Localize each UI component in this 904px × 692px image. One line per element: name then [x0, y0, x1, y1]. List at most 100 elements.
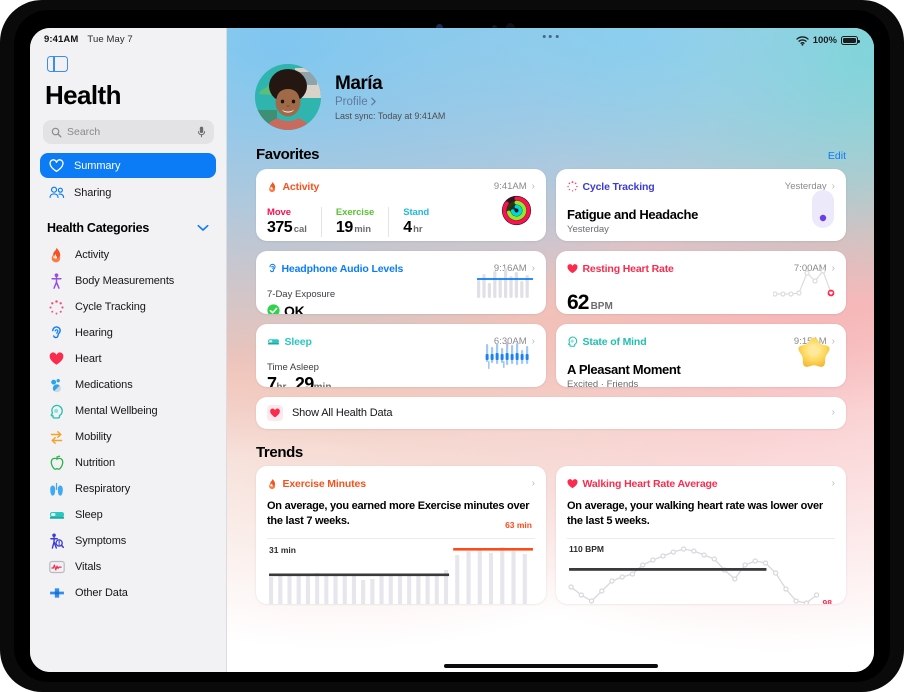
sidebar-item-activity[interactable]: Activity	[30, 242, 226, 268]
sidebar-item-symptoms[interactable]: Symptoms	[30, 528, 226, 554]
summary-scroll-area[interactable]: 100% María Profile Last sync: Today at 9…	[227, 28, 874, 672]
multitasking-controls-icon[interactable]	[542, 35, 559, 39]
search-input[interactable]: Search	[43, 120, 214, 144]
profile-link[interactable]: Profile	[335, 96, 445, 108]
card-cycle-tracking[interactable]: Cycle Tracking Yesterday › Fatigue and H…	[556, 169, 846, 241]
metric-move: Move 375 cal	[267, 207, 322, 237]
metric-unit: hr	[413, 224, 423, 235]
exposure-status: OK	[284, 302, 305, 315]
sidebar-item-label: Vitals	[75, 561, 102, 573]
home-indicator[interactable]	[443, 664, 658, 668]
sidebar-toggle-icon[interactable]	[47, 56, 68, 72]
show-all-health-data-button[interactable]: Show All Health Data ›	[256, 397, 846, 429]
flame-icon	[267, 475, 278, 492]
card-state-of-mind[interactable]: State of Mind 9:15AM › A Pleasant Moment…	[556, 324, 846, 387]
status-bar-right: 100%	[227, 28, 874, 50]
microphone-icon[interactable]	[196, 124, 207, 141]
card-title: Activity	[282, 180, 320, 193]
chevron-right-icon[interactable]: ›	[832, 408, 835, 418]
card-title: Walking Heart Rate Average	[582, 477, 718, 490]
sidebar-item-label: Sharing	[74, 186, 112, 199]
sidebar-item-respiratory[interactable]: Respiratory	[30, 476, 226, 502]
sidebar-item-other-data[interactable]: Other Data	[30, 580, 226, 606]
chevron-down-icon[interactable]	[197, 219, 209, 236]
sidebar-item-label: Other Data	[75, 587, 128, 599]
metric-unit: cal	[293, 224, 307, 235]
sidebar-item-label: Summary	[74, 159, 121, 172]
avatar[interactable]	[255, 64, 321, 130]
sidebar-item-label: Symptoms	[75, 535, 127, 547]
card-walking-heart-rate-average-trend[interactable]: Walking Heart Rate Average › On average,…	[556, 466, 846, 604]
metric-value: 375	[267, 219, 293, 236]
device-bezel: 9:41AM Tue May 7 Health Search Summary S…	[14, 10, 890, 682]
card-exercise-minutes-trend[interactable]: Exercise Minutes › On average, you earne…	[256, 466, 546, 604]
sidebar-item-sleep[interactable]: Sleep	[30, 502, 226, 528]
sidebar-item-body-measurements[interactable]: Body Measurements	[30, 268, 226, 294]
main-content: 100% María Profile Last sync: Today at 9…	[227, 28, 874, 672]
sidebar-item-mental-wellbeing[interactable]: Mental Wellbeing	[30, 398, 226, 424]
card-activity[interactable]: Activity 9:41AM › Move 375 cal Exercise …	[256, 169, 546, 241]
sidebar-item-label: Body Measurements	[75, 275, 175, 287]
trends-header: Trends	[227, 429, 874, 466]
card-title: Headphone Audio Levels	[281, 262, 404, 275]
card-headline: Fatigue and Headache	[567, 207, 698, 222]
bed-icon	[48, 507, 65, 524]
sleep-stages-chart	[485, 342, 533, 377]
sidebar-item-label: Medications	[75, 379, 133, 391]
flame-icon	[267, 178, 278, 195]
heart-icon	[567, 475, 578, 492]
chevron-right-icon[interactable]: ›	[832, 478, 835, 489]
heart-icon	[267, 405, 283, 422]
activity-metrics: Move 375 cal Exercise 19 min Stand 4 hr	[267, 207, 535, 237]
activity-rings-icon	[501, 195, 532, 231]
favorites-title: Favorites	[256, 146, 320, 163]
sidebar-item-label: Respiratory	[75, 483, 131, 495]
favorites-header: Favorites Edit	[227, 130, 874, 169]
sidebar-item-summary[interactable]: Summary	[40, 153, 216, 178]
trend-description: On average, your walking heart rate was …	[567, 500, 823, 527]
baseline-label: 110 BPM	[569, 543, 604, 554]
bed-icon	[267, 333, 280, 350]
metric-value: 4	[403, 219, 412, 236]
edit-button[interactable]: Edit	[828, 150, 846, 162]
walking-heart-rate-chart: 110 BPM 98	[567, 543, 835, 604]
sidebar-item-label: Sleep	[75, 509, 103, 521]
exercise-minutes-chart: 31 min 63 min	[267, 520, 535, 604]
cross-icon	[48, 585, 65, 602]
sidebar-item-medications[interactable]: Medications	[30, 372, 226, 398]
last-sync-text: Last sync: Today at 9:41AM	[335, 110, 446, 121]
chevron-right-icon[interactable]: ›	[532, 181, 535, 192]
card-resting-heart-rate[interactable]: Resting Heart Rate 7:00AM › 62 BPM	[556, 251, 846, 314]
battery-percentage: 100%	[812, 35, 837, 46]
baseline-label: 31 min	[269, 544, 296, 555]
chevron-right-icon[interactable]: ›	[532, 478, 535, 489]
divider	[567, 537, 835, 539]
trends-grid: Exercise Minutes › On average, you earne…	[227, 466, 874, 604]
cycle-icon	[567, 178, 578, 195]
profile-header[interactable]: María Profile Last sync: Today at 9:41AM	[227, 50, 874, 130]
sleep-minutes-unit: min	[314, 382, 332, 387]
trend-description: On average, you earned more Exercise min…	[267, 500, 530, 527]
sleep-hours-unit: hr	[276, 382, 286, 387]
sidebar-item-heart[interactable]: Heart	[30, 346, 226, 372]
sidebar-item-label: Mental Wellbeing	[75, 405, 158, 417]
sidebar-item-label: Cycle Tracking	[75, 301, 146, 313]
sidebar-item-nutrition[interactable]: Nutrition	[30, 450, 226, 476]
metric-value: 19	[335, 219, 353, 236]
card-headphone-audio-levels[interactable]: Headphone Audio Levels 9:16AM › 7-Day Ex…	[256, 251, 546, 314]
sidebar-item-hearing[interactable]: Hearing	[30, 320, 226, 346]
card-title: Sleep	[284, 335, 312, 348]
screen: 9:41AM Tue May 7 Health Search Summary S…	[30, 28, 874, 672]
card-sleep[interactable]: Sleep 6:30AM › Time Asleep 7hr 29min	[256, 324, 546, 387]
metric-stand: Stand 4 hr	[403, 207, 443, 237]
battery-icon	[841, 36, 860, 45]
sidebar-item-sharing[interactable]: Sharing	[40, 180, 216, 205]
sidebar-item-cycle-tracking[interactable]: Cycle Tracking	[30, 294, 226, 320]
ipad-device: 9:41AM Tue May 7 Health Search Summary S…	[0, 0, 904, 692]
health-categories-header[interactable]: Health Categories	[30, 207, 226, 242]
sidebar-item-mobility[interactable]: Mobility	[30, 424, 226, 450]
search-placeholder: Search	[67, 126, 101, 138]
favorites-grid: Activity 9:41AM › Move 375 cal Exercise …	[227, 169, 874, 387]
sidebar-item-vitals[interactable]: Vitals	[30, 554, 226, 580]
sidebar-item-label: Mobility	[75, 431, 112, 443]
